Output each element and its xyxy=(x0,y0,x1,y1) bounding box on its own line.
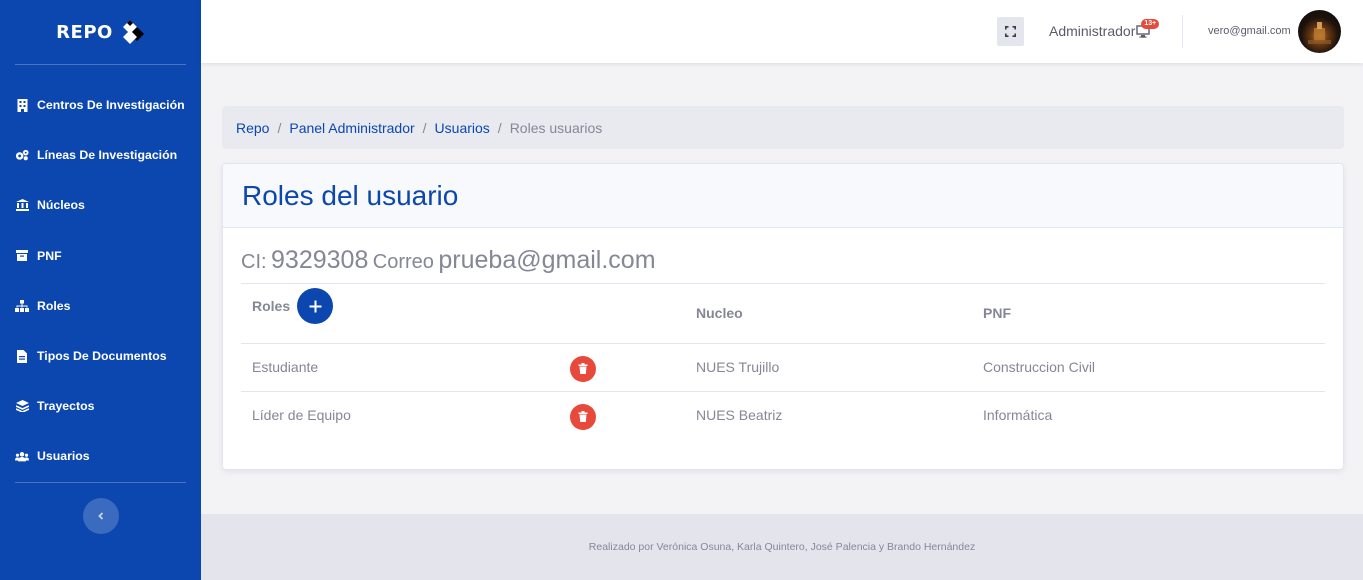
users-icon xyxy=(15,449,29,463)
footer-credits: Realizado por Verónica Osuna, Karla Quin… xyxy=(588,541,976,553)
footer: Realizado por Verónica Osuna, Karla Quin… xyxy=(201,514,1363,580)
cell-actions xyxy=(559,343,685,392)
sidebar-divider xyxy=(15,481,186,483)
breadcrumb-separator: / xyxy=(422,119,427,136)
column-header-label: Roles xyxy=(252,298,291,315)
building-icon xyxy=(15,98,29,112)
sidebar-item-label: Centros De Investigación xyxy=(37,98,185,113)
sidebar-divider xyxy=(15,64,186,65)
sidebar-item-label: Núcleos xyxy=(37,198,85,213)
sidebar-item-label: Usuarios xyxy=(37,449,90,464)
layers-icon xyxy=(15,399,29,413)
cogs-icon xyxy=(15,148,29,162)
add-role-button[interactable] xyxy=(297,288,334,325)
sidebar-item-roles[interactable]: Roles xyxy=(0,281,201,331)
user-roles-card: Roles del usuario CI: 9329308 Correo pru… xyxy=(222,163,1344,470)
avatar[interactable] xyxy=(1298,10,1341,53)
role-label: Administrador xyxy=(1049,23,1136,39)
sidebar-item-tipos-documentos[interactable]: Tipos De Documentos xyxy=(0,331,201,381)
file-icon xyxy=(15,349,29,363)
column-header-nucleo: Nucleo xyxy=(685,284,972,344)
fullscreen-button[interactable] xyxy=(997,17,1024,46)
column-header-roles: Roles xyxy=(241,284,559,344)
table-row: Estudiante NUES Trujillo Construccion Ci… xyxy=(241,343,1325,392)
sidebar-item-label: Líneas De Investigación xyxy=(37,148,178,163)
table-header-row: Roles Nucleo PNF xyxy=(241,284,1325,344)
cell-pnf: Construccion Civil xyxy=(972,343,1325,392)
breadcrumb-link-repo[interactable]: Repo xyxy=(236,120,269,136)
sidebar-item-label: Roles xyxy=(37,298,71,313)
sidebar: REPO Centros De Investigación Líneas De … xyxy=(0,0,201,580)
sidebar-item-centros[interactable]: Centros De Investigación xyxy=(0,80,201,130)
sidebar-item-lineas[interactable]: Líneas De Investigación xyxy=(0,130,201,180)
university-icon xyxy=(15,198,29,212)
plus-icon xyxy=(309,300,322,313)
sidebar-toggle-wrap xyxy=(0,497,201,534)
cell-actions xyxy=(559,391,685,439)
notification-badge: 13+ xyxy=(1141,19,1160,29)
card-header: Roles del usuario xyxy=(223,164,1343,228)
email-value: prueba@gmail.com xyxy=(438,246,656,274)
sidebar-item-label: Tipos De Documentos xyxy=(37,349,167,364)
breadcrumb-link-usuarios[interactable]: Usuarios xyxy=(435,120,490,136)
topbar-divider xyxy=(1182,15,1183,48)
monitor-icon: 13+ xyxy=(1136,19,1160,39)
sidebar-item-nucleos[interactable]: Núcleos xyxy=(0,180,201,230)
cell-nucleo: NUES Beatriz xyxy=(696,407,783,424)
sidebar-item-pnf[interactable]: PNF xyxy=(0,231,201,281)
sidebar-item-usuarios[interactable]: Usuarios xyxy=(0,431,201,481)
column-header-actions xyxy=(559,284,685,344)
ci-label: CI: xyxy=(241,251,267,273)
table-row: Líder de Equipo NUES Beatriz Informática xyxy=(241,391,1325,439)
chevron-left-icon xyxy=(97,511,103,520)
avatar-image xyxy=(1308,22,1331,44)
role-switcher[interactable]: Administrador 13+ xyxy=(1049,19,1160,39)
cell-role: Líder de Equipo xyxy=(252,407,351,424)
trash-icon xyxy=(578,363,588,374)
roles-table: Roles Nucleo PNF Estudiante NUES Trujill… xyxy=(241,284,1325,439)
cell-nucleo: NUES Trujillo xyxy=(685,343,972,392)
trash-icon xyxy=(578,411,588,423)
user-info: CI: 9329308 Correo prueba@gmail.com xyxy=(241,228,1325,284)
breadcrumb-separator: / xyxy=(277,119,282,136)
expand-icon xyxy=(1005,26,1016,37)
delete-role-button[interactable] xyxy=(570,355,596,382)
breadcrumb: Repo / Panel Administrador / Usuarios / … xyxy=(222,106,1344,149)
archive-icon xyxy=(15,249,29,263)
cell-role: Estudiante xyxy=(241,343,559,392)
sidebar-item-label: PNF xyxy=(37,248,62,263)
card-body: CI: 9329308 Correo prueba@gmail.com Role… xyxy=(223,228,1343,439)
cell-pnf: Informática xyxy=(983,407,1053,424)
ci-value: 9329308 xyxy=(271,246,369,274)
page-title: Roles del usuario xyxy=(242,179,459,211)
sidebar-nav: Centros De Investigación Líneas De Inves… xyxy=(0,80,201,482)
delete-role-button[interactable] xyxy=(570,403,596,430)
user-email[interactable]: vero@gmail.com xyxy=(1208,25,1291,37)
topbar: Administrador 13+ vero@gmail.com xyxy=(201,0,1363,63)
sitemap-icon xyxy=(15,299,29,313)
breadcrumb-link-panel-administrador[interactable]: Panel Administrador xyxy=(289,120,414,136)
sidebar-item-label: Trayectos xyxy=(37,399,95,414)
sidebar-toggle-button[interactable] xyxy=(82,497,119,534)
brand-name: REPO xyxy=(56,21,113,43)
column-header-pnf: PNF xyxy=(972,284,1325,344)
sidebar-item-trayectos[interactable]: Trayectos xyxy=(0,381,201,431)
brand[interactable]: REPO xyxy=(0,0,201,64)
email-label: Correo xyxy=(372,251,434,273)
repo-logo-icon xyxy=(122,20,144,44)
breadcrumb-separator: / xyxy=(497,119,502,136)
breadcrumb-current: Roles usuarios xyxy=(509,119,603,136)
